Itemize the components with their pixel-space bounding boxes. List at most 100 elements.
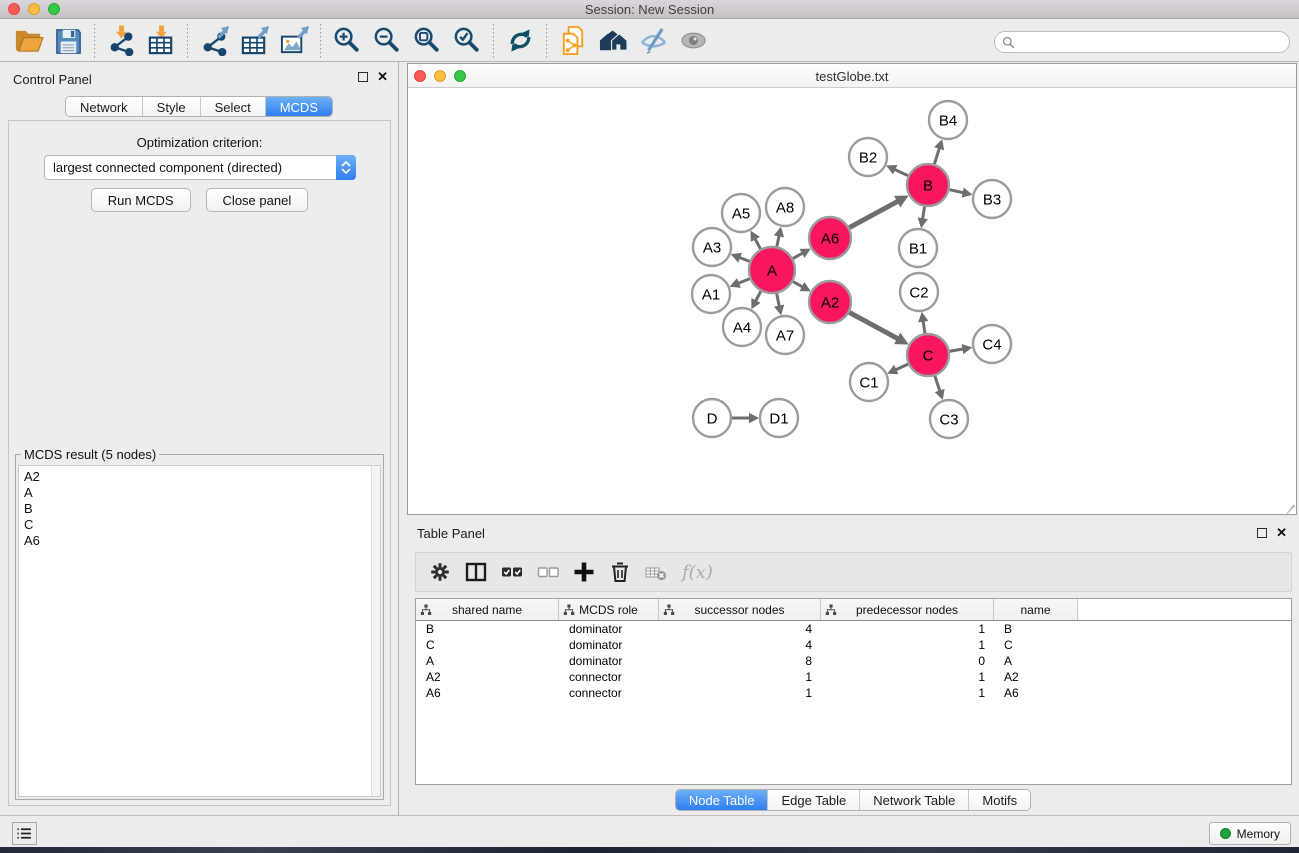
- table-row[interactable]: A2connector11A2: [416, 669, 1291, 685]
- cell-shared-name[interactable]: A: [416, 654, 559, 668]
- zoom-selected-icon[interactable]: [447, 23, 487, 59]
- tab-mcds[interactable]: MCDS: [266, 97, 332, 116]
- column-header-predecessor-nodes[interactable]: predecessor nodes: [821, 599, 994, 620]
- cell-predecessor-nodes[interactable]: 0: [821, 654, 994, 668]
- cell-successor-nodes[interactable]: 1: [659, 686, 821, 700]
- edge-B-B3[interactable]: [949, 190, 964, 193]
- node-table[interactable]: shared nameMCDS rolesuccessor nodesprede…: [415, 598, 1292, 785]
- edge-A-A7[interactable]: [777, 294, 780, 308]
- table-close-panel-icon[interactable]: ✕: [1276, 528, 1287, 538]
- result-item[interactable]: A6: [19, 533, 380, 549]
- network-window-titlebar[interactable]: testGlobe.txt: [408, 64, 1296, 88]
- cell-predecessor-nodes[interactable]: 1: [821, 686, 994, 700]
- column-header-successor-nodes[interactable]: successor nodes: [659, 599, 821, 620]
- tab-edge-table[interactable]: Edge Table: [768, 790, 860, 810]
- new-network-from-selection-icon[interactable]: [553, 23, 593, 59]
- select-all-icon[interactable]: [494, 555, 530, 589]
- result-item[interactable]: B: [19, 501, 380, 517]
- result-scrollbar[interactable]: [371, 466, 380, 796]
- edge-B-B1[interactable]: [922, 207, 924, 221]
- cell-name[interactable]: A6: [994, 686, 1078, 700]
- close-panel-button[interactable]: Close panel: [206, 188, 309, 212]
- edge-C-C3[interactable]: [935, 376, 940, 392]
- edge-A2-C[interactable]: [849, 312, 899, 339]
- table-row[interactable]: Adominator80A: [416, 653, 1291, 669]
- table-row[interactable]: Bdominator41B: [416, 621, 1291, 637]
- table-float-panel-icon[interactable]: [1257, 528, 1267, 538]
- edge-C-C4[interactable]: [950, 349, 965, 352]
- table-row[interactable]: Cdominator41C: [416, 637, 1291, 653]
- add-icon[interactable]: [566, 555, 602, 589]
- tab-select[interactable]: Select: [201, 97, 266, 116]
- export-table-icon[interactable]: [234, 23, 274, 59]
- search-input[interactable]: [1015, 35, 1289, 49]
- cell-predecessor-nodes[interactable]: 1: [821, 622, 994, 636]
- cell-MCDS-role[interactable]: dominator: [559, 654, 659, 668]
- optimization-criterion-select[interactable]: largest connected component (directed): [44, 155, 356, 180]
- result-item[interactable]: C: [19, 517, 380, 533]
- cell-name[interactable]: B: [994, 622, 1078, 636]
- search-box[interactable]: [994, 31, 1290, 53]
- cell-name[interactable]: A: [994, 654, 1078, 668]
- memory-button[interactable]: Memory: [1209, 822, 1291, 845]
- tab-node-table[interactable]: Node Table: [676, 790, 769, 810]
- edge-B-B4[interactable]: [934, 147, 939, 164]
- float-panel-icon[interactable]: [358, 72, 368, 82]
- open-file-icon[interactable]: [8, 23, 48, 59]
- close-panel-icon[interactable]: ✕: [377, 72, 388, 82]
- cell-shared-name[interactable]: B: [416, 622, 559, 636]
- cell-shared-name[interactable]: A2: [416, 670, 559, 684]
- edge-B-B2[interactable]: [893, 169, 908, 176]
- run-mcds-button[interactable]: Run MCDS: [91, 188, 191, 212]
- cell-MCDS-role[interactable]: connector: [559, 686, 659, 700]
- cell-successor-nodes[interactable]: 4: [659, 622, 821, 636]
- deselect-all-icon[interactable]: [530, 555, 566, 589]
- gear-icon[interactable]: [422, 555, 458, 589]
- delete-icon[interactable]: [602, 555, 638, 589]
- column-header-name[interactable]: name: [994, 599, 1078, 620]
- cell-successor-nodes[interactable]: 1: [659, 670, 821, 684]
- cell-name[interactable]: C: [994, 638, 1078, 652]
- cell-MCDS-role[interactable]: dominator: [559, 622, 659, 636]
- hide-selection-icon[interactable]: [633, 23, 673, 59]
- zoom-fit-icon[interactable]: [407, 23, 447, 59]
- import-table-icon[interactable]: [141, 23, 181, 59]
- tab-motifs[interactable]: Motifs: [969, 790, 1030, 810]
- first-neighbors-icon[interactable]: [593, 23, 633, 59]
- network-canvas[interactable]: B4B2BB3A5A8A6A3B1AA1C2A2A4A7C4CC1C3DD1: [408, 88, 1296, 514]
- cell-successor-nodes[interactable]: 4: [659, 638, 821, 652]
- zoom-out-icon[interactable]: [367, 23, 407, 59]
- column-header-shared-name[interactable]: shared name: [416, 599, 559, 620]
- refresh-icon[interactable]: [500, 23, 540, 59]
- cell-shared-name[interactable]: C: [416, 638, 559, 652]
- resize-grip-icon[interactable]: [1282, 500, 1295, 513]
- network-graph[interactable]: B4B2BB3A5A8A6A3B1AA1C2A2A4A7C4CC1C3DD1: [408, 88, 1296, 514]
- edge-C-C2[interactable]: [923, 320, 925, 334]
- columns-icon[interactable]: [458, 555, 494, 589]
- show-all-icon[interactable]: [673, 23, 713, 59]
- cell-successor-nodes[interactable]: 8: [659, 654, 821, 668]
- tab-style[interactable]: Style: [143, 97, 201, 116]
- zoom-in-icon[interactable]: [327, 23, 367, 59]
- edge-C-C1[interactable]: [894, 364, 908, 370]
- result-item[interactable]: A2: [19, 469, 380, 485]
- mcds-result-list[interactable]: A2ABCA6: [18, 465, 381, 797]
- edge-A-A1[interactable]: [737, 279, 750, 284]
- export-network-icon[interactable]: [194, 23, 234, 59]
- tab-network-table[interactable]: Network Table: [860, 790, 969, 810]
- column-header-MCDS-role[interactable]: MCDS role: [559, 599, 659, 620]
- export-image-icon[interactable]: [274, 23, 314, 59]
- edge-A6-B[interactable]: [849, 201, 899, 228]
- save-session-icon[interactable]: [48, 23, 88, 59]
- cell-name[interactable]: A2: [994, 670, 1078, 684]
- result-item[interactable]: A: [19, 485, 380, 501]
- cell-MCDS-role[interactable]: dominator: [559, 638, 659, 652]
- cell-shared-name[interactable]: A6: [416, 686, 559, 700]
- cell-predecessor-nodes[interactable]: 1: [821, 670, 994, 684]
- cell-predecessor-nodes[interactable]: 1: [821, 638, 994, 652]
- tab-network[interactable]: Network: [66, 97, 143, 116]
- cell-MCDS-role[interactable]: connector: [559, 670, 659, 684]
- table-row[interactable]: A6connector11A6: [416, 685, 1291, 701]
- task-history-button[interactable]: [12, 822, 37, 845]
- import-network-icon[interactable]: [101, 23, 141, 59]
